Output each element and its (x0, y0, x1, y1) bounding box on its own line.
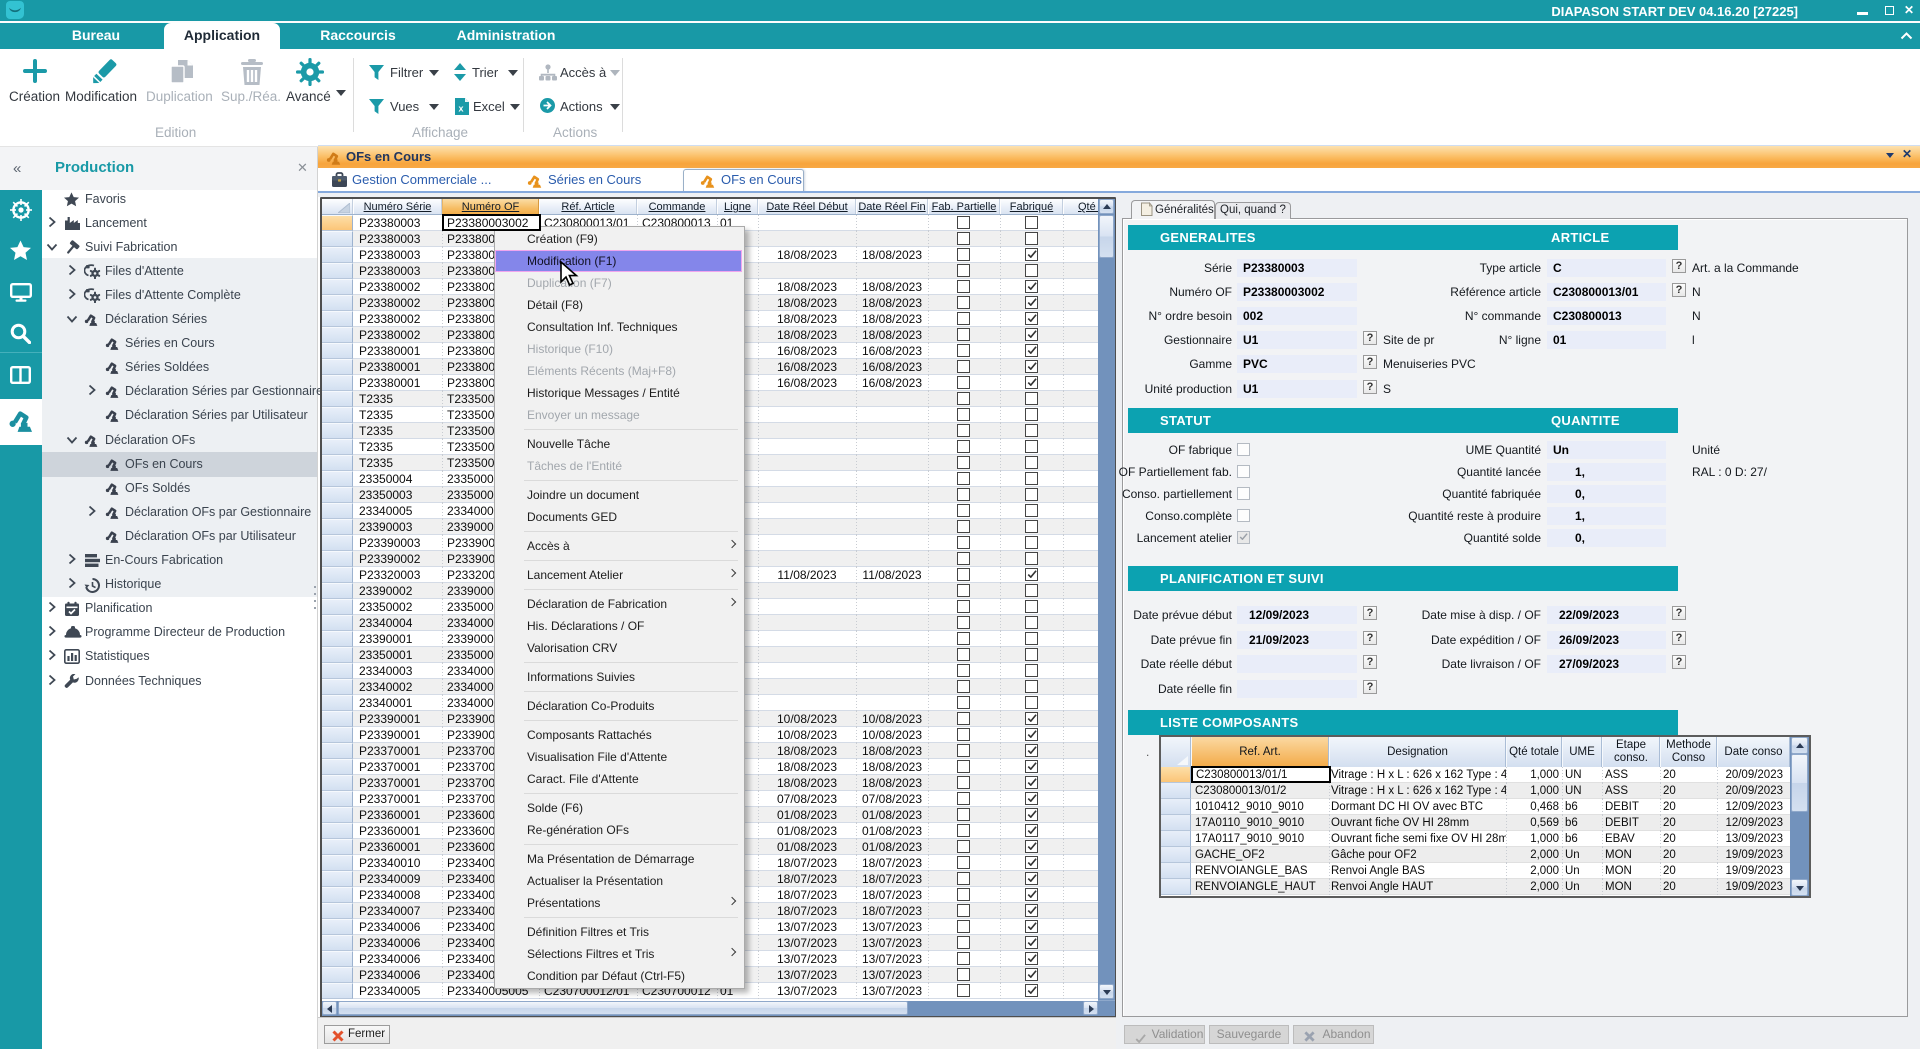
svg-text:x: x (458, 104, 463, 114)
